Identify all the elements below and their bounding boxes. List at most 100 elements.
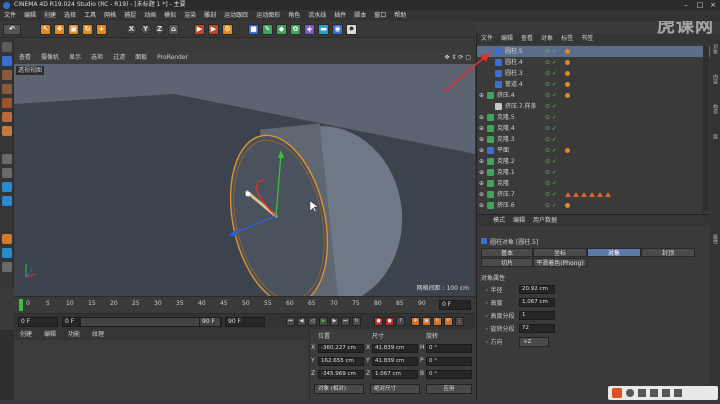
object-row[interactable]: ⊕ 克隆.3 ⊙ ✓ (477, 134, 711, 145)
key-selection-icon[interactable]: ? (396, 317, 405, 326)
keyboard-icon[interactable] (638, 389, 646, 397)
expand-icon[interactable]: ⊕ (479, 178, 484, 189)
obj-menu-bookmarks[interactable]: 书签 (577, 34, 597, 44)
polygons-mode-icon[interactable] (2, 126, 12, 136)
x-axis-lock[interactable]: X (126, 24, 137, 35)
perspective-viewport[interactable]: 透视视图 网格间距 : 100 cm (14, 64, 475, 296)
minimize-button[interactable]: – (680, 0, 692, 10)
playhead-marker[interactable] (19, 299, 23, 311)
object-row[interactable]: 挤压.7.样条 ⊙ ✓ (477, 101, 711, 112)
rotation-segments-field[interactable]: 72 (519, 324, 555, 333)
apply-button[interactable]: 应用 (426, 384, 472, 394)
menu-mograph[interactable]: 运动图形 (252, 10, 284, 21)
texture-mode-icon[interactable] (2, 70, 12, 80)
solo-icon[interactable] (2, 262, 12, 272)
rot-h-field[interactable]: 0 ° (426, 344, 472, 353)
light-icon[interactable]: ✹ (346, 24, 357, 35)
visibility-flags[interactable]: ⊙ ✓ (545, 57, 557, 68)
visibility-flags[interactable]: ⊙ ✓ (545, 101, 557, 112)
object-row[interactable]: ⊕ 克隆.2 ⊙ ✓ (477, 156, 711, 167)
key-position-icon[interactable]: ✥ (411, 317, 420, 326)
mat-menu-function[interactable]: 功能 (62, 329, 86, 340)
edges-mode-icon[interactable] (2, 112, 12, 122)
preview-max-field[interactable]: 90 F (199, 317, 221, 327)
key-rotation-icon[interactable]: ↻ (433, 317, 442, 326)
goto-start-icon[interactable]: ⏮ (286, 317, 295, 326)
pos-z-field[interactable]: -345.969 cm (318, 370, 364, 379)
object-name[interactable]: 克隆.1 (497, 167, 515, 178)
menu-animate[interactable]: 动画 (140, 10, 160, 21)
menu-edit[interactable]: 编辑 (20, 10, 40, 21)
mat-menu-create[interactable]: 创建 (14, 329, 38, 340)
menu-tools[interactable]: 工具 (80, 10, 100, 21)
obj-menu-file[interactable]: 文件 (477, 34, 497, 44)
record-key-icon[interactable]: ● (374, 317, 383, 326)
object-row[interactable]: ⊕ 挤压.7 ⊙ ✓ (477, 189, 711, 200)
height-segments-field[interactable]: 1 (519, 311, 555, 320)
visibility-flags[interactable]: ⊙ ✓ (545, 79, 557, 90)
object-row[interactable]: ⊕ 挤压.4 ⊙ ✓ (477, 90, 711, 101)
visibility-flags[interactable]: ⊙ ✓ (545, 189, 557, 200)
size-y-field[interactable]: 41.839 cm (372, 357, 418, 366)
object-name[interactable]: 管道.4 (505, 79, 523, 90)
menu-window[interactable]: 窗口 (370, 10, 390, 21)
visibility-flags[interactable]: ⊙ ✓ (545, 68, 557, 79)
visibility-flags[interactable]: ⊙ ✓ (545, 123, 557, 134)
object-list-scrollbar[interactable] (703, 46, 709, 211)
object-name[interactable]: 克隆.5 (497, 112, 515, 123)
menu-mesh[interactable]: 网格 (100, 10, 120, 21)
model-mode-icon[interactable] (2, 56, 12, 66)
object-row[interactable]: ⊕ 克隆.1 ⊙ ✓ (477, 167, 711, 178)
menu-snap[interactable]: 捕捉 (120, 10, 140, 21)
make-editable-icon[interactable] (2, 42, 12, 52)
visibility-flags[interactable]: ⊙ ✓ (545, 112, 557, 123)
object-name[interactable]: 圆柱.4 (505, 57, 523, 68)
z-axis-lock[interactable]: Z (154, 24, 165, 35)
radius-field[interactable]: 20.92 cm (519, 285, 555, 294)
object-name[interactable]: 平面 (497, 145, 509, 156)
visibility-flags[interactable]: ⊙ ✓ (545, 134, 557, 145)
input-method-icon[interactable] (612, 388, 622, 398)
material-tag-icon[interactable] (565, 71, 570, 76)
side-tab-attributes[interactable]: 属性 (711, 234, 719, 244)
menu-simulate[interactable]: 模拟 (160, 10, 180, 21)
side-tab-objects[interactable]: 对象 (711, 44, 719, 54)
key-parameter-icon[interactable]: P (444, 317, 453, 326)
mic-icon[interactable] (650, 389, 658, 397)
recent-tool-icon[interactable]: + (96, 24, 107, 35)
side-tab-content[interactable]: 内容 (711, 74, 719, 84)
auto-key-icon[interactable]: ● (385, 317, 394, 326)
orientation-dropdown[interactable]: +Z (519, 337, 549, 347)
moon-icon[interactable] (626, 389, 634, 397)
visibility-flags[interactable]: ⊙ ✓ (545, 178, 557, 189)
material-tag-icon[interactable] (565, 148, 570, 153)
enable-axis-icon[interactable] (2, 154, 12, 164)
points-mode-icon[interactable] (2, 98, 12, 108)
visibility-flags[interactable]: ⊙ ✓ (545, 90, 557, 101)
visibility-flags[interactable]: ⊙ ✓ (545, 167, 557, 178)
vp-menu-display[interactable]: 显示 (64, 52, 86, 64)
size-mode-dropdown[interactable]: 绝对尺寸 (370, 384, 420, 394)
material-tag-icon[interactable] (573, 192, 579, 197)
expand-icon[interactable]: ⊕ (479, 189, 484, 200)
subdivision-icon[interactable]: ◆ (276, 24, 287, 35)
pos-x-field[interactable]: -360.227 cm (318, 344, 364, 353)
menu-script[interactable]: 脚本 (350, 10, 370, 21)
object-row[interactable]: ⊕ 克隆.4 ⊙ ✓ (477, 123, 711, 134)
visibility-flags[interactable]: ⊙ ✓ (545, 156, 557, 167)
tab-phong[interactable]: 平滑着色(Phong) (533, 258, 587, 267)
tab-basic[interactable]: 基本 (481, 248, 533, 257)
vp-menu-prorender[interactable]: ProRender (152, 52, 193, 64)
expand-icon[interactable]: ⊕ (479, 134, 484, 145)
object-row[interactable]: ⊕ 挤压.6 ⊙ ✓ (477, 200, 711, 211)
material-tag-icon[interactable] (581, 192, 587, 197)
timeline-ruler[interactable]: 0 5 10 15 20 25 30 35 40 45 50 55 60 65 … (14, 296, 475, 313)
close-button[interactable]: × (707, 0, 719, 10)
obj-menu-view[interactable]: 查看 (517, 34, 537, 44)
menu-help[interactable]: 帮助 (390, 10, 410, 21)
attr-menu-user-data[interactable]: 用户数据 (529, 217, 561, 224)
next-key-icon[interactable]: ▶ (330, 317, 339, 326)
cube-icon[interactable]: ■ (248, 24, 259, 35)
height-field[interactable]: 1.067 cm (519, 298, 555, 307)
vp-menu-view[interactable]: 查看 (14, 52, 36, 64)
